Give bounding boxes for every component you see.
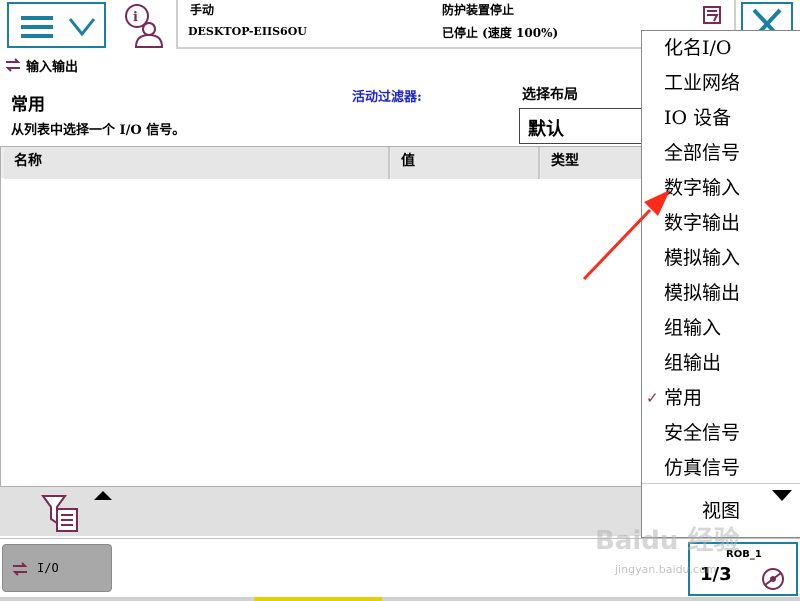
check-icon: ✓ [646,389,659,407]
controller-name: DESKTOP-EIIS6OU [188,25,307,38]
menu-item-label: 组输出 [664,352,722,374]
layout-select[interactable]: 默认 [519,108,644,144]
column-header-value[interactable]: 值 [391,147,540,179]
menu-item-label: 模拟输出 [664,282,741,304]
status-icon [703,6,721,24]
menu-item-label: 全部信号 [664,142,741,164]
robot-id: ROB_1 [726,549,762,560]
menu-item[interactable]: ✓ 常用 [642,381,800,416]
scroll-up-icon[interactable] [94,491,112,500]
info-user-icon[interactable]: i [122,2,166,48]
menu-item[interactable]: 仿真信号 [642,451,800,486]
column-header-name[interactable]: 名称 [4,147,390,179]
bottom-toolbar [0,486,642,536]
speed-icon [762,568,784,590]
menu-item[interactable]: 组输出 [642,346,800,381]
breadcrumb: 输入输出 [4,55,78,75]
bottom-strip [0,597,800,601]
io-task-button[interactable]: I/O [2,544,112,592]
io-task-label: I/O [37,561,59,575]
menu-item-label: 仿真信号 [664,457,741,479]
menu-item[interactable]: 化名I/O [642,31,800,66]
menu-icon [21,16,53,43]
protection-state: 防护装置停止 [442,3,515,17]
table-header: 名称 值 类型 [1,146,643,179]
svg-text:i: i [133,10,138,25]
menu-item-label: 组输入 [664,317,722,339]
main-menu-button[interactable] [7,2,106,48]
menu-item[interactable]: 模拟输出 [642,276,800,311]
io-icon [12,562,28,576]
menu-item-label: IO 设备 [664,107,732,129]
chevron-down-icon [68,18,96,37]
menu-item[interactable]: 数字输入 [642,171,800,206]
menu-item[interactable]: 组输入 [642,311,800,346]
menu-divider [642,483,800,484]
io-icon [5,58,21,72]
filter-icon[interactable] [40,493,82,533]
increment-ratio: 1/3 [700,564,732,585]
menu-item[interactable]: 模拟输入 [642,241,800,276]
menu-item[interactable]: 全部信号 [642,136,800,171]
quickset-button[interactable]: ROB_1 1/3 [688,542,798,596]
breadcrumb-title: 输入输出 [26,59,79,75]
scroll-down-icon[interactable] [772,490,792,501]
view-dropdown-menu: 化名I/O 工业网络 IO 设备全部信号数字输入数字输出模拟输入模拟输出组输入组输出… [641,30,800,538]
menu-item-label: 模拟输入 [664,247,741,269]
menu-item-label: 数字输入 [664,177,741,199]
menu-item[interactable]: IO 设备 [642,101,800,136]
view-title: 常用 [11,95,45,115]
view-description: 从列表中选择一个 I/O 信号。 [11,123,186,138]
menu-item[interactable]: 数字输出 [642,206,800,241]
view-menu-label[interactable]: 视图 [702,496,740,523]
signal-table[interactable]: 名称 值 类型 [0,146,643,486]
task-bar: I/O ROB_1 1/3 [0,538,800,601]
menu-item[interactable]: 安全信号 [642,416,800,451]
layout-label: 选择布局 [522,87,578,103]
menu-item-label: 化名I/O [664,37,732,59]
active-filter-label: 活动过滤器: [352,90,422,105]
menu-item-label: 工业网络 [664,72,741,94]
column-header-type[interactable]: 类型 [541,147,642,179]
menu-item-label: 常用 [664,387,703,409]
menu-item[interactable]: 工业网络 [642,66,800,101]
menu-item-label: 数字输出 [664,212,741,234]
run-state-speed: 已停止 (速度 100%) [442,26,559,40]
operating-mode: 手动 [190,3,215,17]
menu-item-label: 安全信号 [664,422,741,444]
